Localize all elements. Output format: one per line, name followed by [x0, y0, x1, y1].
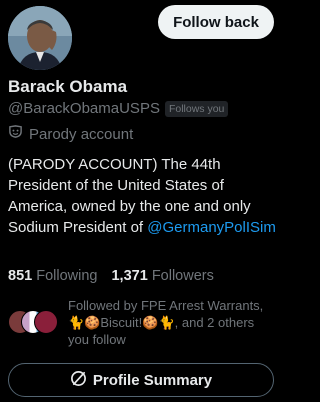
parody-account-row: Parody account [8, 124, 133, 144]
parody-mask-icon [8, 124, 23, 144]
grok-slash-icon [70, 370, 87, 391]
follower-avatar [34, 310, 58, 334]
handle-row: @BarackObamaUSPS Follows you [8, 100, 229, 117]
profile-summary-button[interactable]: Profile Summary [8, 363, 274, 397]
profile-photo-graphic [8, 6, 72, 70]
following-stat[interactable]: 851 Following [8, 268, 97, 284]
following-label: Following [36, 268, 98, 284]
profile-summary-label: Profile Summary [92, 371, 213, 389]
followed-by-text: Followed by FPE Arrest Warrants, 🐈🍪Biscu… [68, 298, 264, 347]
followers-stat[interactable]: 1,371 Followers [111, 268, 213, 284]
followers-label: Followers [151, 268, 214, 284]
profile-avatar[interactable] [8, 6, 72, 70]
display-name: Barack Obama [8, 77, 128, 96]
follow-back-button[interactable]: Follow back [158, 5, 274, 39]
followed-by-avatars [8, 310, 68, 334]
following-count: 851 [8, 268, 33, 284]
follows-you-badge: Follows you [164, 100, 229, 117]
bio-mention-link[interactable]: @GermanyPolISim [147, 219, 276, 236]
parody-account-label: Parody account [29, 125, 134, 143]
follow-stats: 851 Following 1,371 Followers [8, 268, 214, 284]
user-handle: @BarackObamaUSPS [8, 100, 160, 117]
profile-bio: (PARODY ACCOUNT) The 44th President of t… [8, 154, 276, 238]
followed-by-section[interactable]: Followed by FPE Arrest Warrants, 🐈🍪Biscu… [8, 297, 276, 348]
followers-count: 1,371 [111, 268, 148, 284]
